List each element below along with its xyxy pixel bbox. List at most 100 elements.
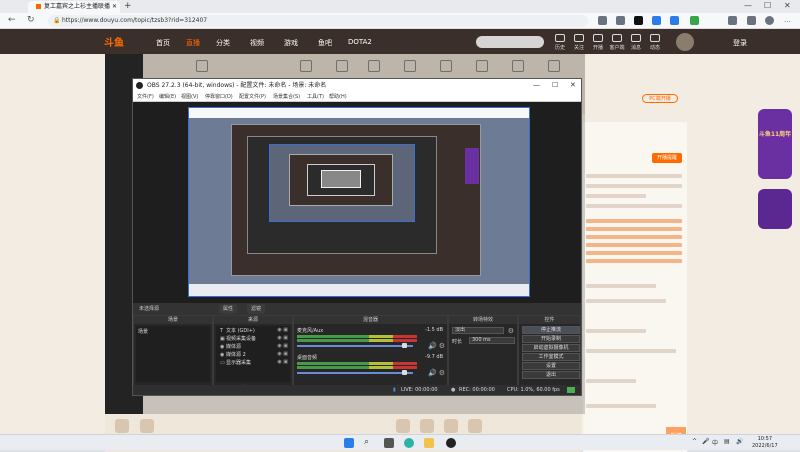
gear-icon[interactable]: ⚙	[439, 369, 445, 377]
settings-button[interactable]: 设置	[522, 362, 580, 370]
gift-icon[interactable]	[396, 419, 410, 433]
menu-file[interactable]: 文件(F)	[137, 92, 154, 102]
tray-overflow-icon[interactable]: ^	[692, 438, 697, 445]
obs-taskbar-icon[interactable]	[446, 438, 456, 448]
obs-close-icon[interactable]: ✕	[570, 79, 576, 92]
preview-canvas[interactable]	[188, 107, 530, 297]
gift-icon[interactable]	[444, 419, 458, 433]
source-item[interactable]: ◉ 媒体源 2	[220, 351, 246, 358]
history-icon[interactable]	[555, 34, 565, 42]
back-icon[interactable]: ←	[8, 15, 16, 25]
user-avatar[interactable]	[676, 33, 694, 51]
visibility-lock-icons[interactable]: ◉ ▣	[277, 343, 288, 349]
more-icon[interactable]: …	[784, 16, 793, 25]
visibility-lock-icons[interactable]: ◉ ▣	[277, 327, 288, 333]
transition-select[interactable]: 淡出	[452, 327, 504, 334]
start-icon[interactable]	[344, 438, 354, 448]
network-icon[interactable]: ▤	[724, 438, 730, 445]
gift-icon[interactable]	[140, 419, 154, 433]
menu-scene-collection[interactable]: 场景集合(S)	[273, 92, 300, 102]
menu-edit[interactable]: 编辑(E)	[159, 92, 176, 102]
obs-minimize-icon[interactable]: —	[533, 79, 540, 92]
explorer-icon[interactable]	[424, 438, 434, 448]
visibility-lock-icons[interactable]: ◉ ▣	[277, 335, 288, 341]
speaker-icon[interactable]: 🔊	[428, 369, 437, 377]
menu-tools[interactable]: 工具(T)	[307, 92, 324, 102]
system-clock[interactable]: 10:57 2022/6/17	[752, 436, 778, 450]
refresh-icon[interactable]: ↻	[27, 15, 35, 25]
volume-slider[interactable]	[297, 372, 413, 374]
speaker-icon[interactable]: 🔊	[428, 342, 437, 350]
visibility-lock-icons[interactable]: ◉ ▣	[277, 359, 288, 365]
nav-home[interactable]: 首页	[156, 38, 170, 48]
minimize-icon[interactable]: —	[744, 1, 752, 10]
new-tab-icon[interactable]: +	[124, 1, 132, 11]
exit-button[interactable]: 退出	[522, 371, 580, 379]
gift-icon[interactable]	[420, 419, 434, 433]
pc-broadcast-button[interactable]: PC端开播	[642, 94, 678, 103]
extension-icon-4[interactable]	[690, 16, 699, 25]
nav-video[interactable]: 视频	[250, 38, 264, 48]
scene-item[interactable]: 场景	[138, 328, 148, 335]
activity-icon[interactable]	[650, 34, 660, 42]
menu-docks[interactable]: 停靠窗口(D)	[205, 92, 233, 102]
virtual-camera-button[interactable]: 启动虚拟摄像机	[522, 344, 580, 352]
properties-button[interactable]: 属性	[219, 304, 238, 314]
extension-icon-2[interactable]	[652, 16, 661, 25]
anniversary-badge[interactable]: 斗鱼11周年	[758, 109, 792, 179]
source-item[interactable]: T 文本 (GDI+)	[220, 327, 255, 334]
site-search-input[interactable]	[476, 36, 544, 48]
favorite-icon[interactable]	[616, 16, 625, 25]
nav-category[interactable]: 分类	[216, 38, 230, 48]
transition-gear-icon[interactable]: ⚙	[508, 327, 514, 335]
extension-icon[interactable]	[634, 16, 643, 25]
remind-button[interactable]: 开播提醒	[652, 153, 682, 163]
broadcast-icon[interactable]	[593, 34, 603, 42]
url-input[interactable]: 🔒 https://www.douyu.com/topic/tzsb3?rid=…	[48, 15, 588, 27]
close-window-icon[interactable]: ✕	[784, 1, 791, 10]
volume-knob[interactable]	[402, 370, 407, 375]
source-item[interactable]: ▭显示器采集	[220, 359, 251, 366]
nav-game[interactable]: 游戏	[284, 38, 298, 48]
anniversary-badge-2[interactable]	[758, 189, 792, 229]
task-view-icon[interactable]	[384, 438, 394, 448]
source-item[interactable]: ◉ 媒体源	[220, 343, 241, 350]
studio-mode-button[interactable]: 工作室模式	[522, 353, 580, 361]
volume-slider[interactable]	[297, 345, 413, 347]
stop-streaming-button[interactable]: 停止推流	[522, 326, 580, 334]
maximize-icon[interactable]: ☐	[764, 1, 771, 10]
duration-input[interactable]: 300 ms	[469, 337, 515, 344]
search-icon[interactable]: ⌕	[364, 438, 374, 448]
read-aloud-icon[interactable]	[598, 16, 607, 25]
douyu-logo[interactable]: 斗鱼	[104, 34, 124, 49]
volume-icon[interactable]: 🔊	[736, 438, 743, 445]
downloads-icon[interactable]	[747, 16, 756, 25]
collections-icon[interactable]	[728, 16, 737, 25]
client-icon[interactable]	[612, 34, 622, 42]
profile-icon[interactable]	[765, 16, 774, 25]
microphone-icon[interactable]: 🎤	[702, 438, 709, 445]
menu-help[interactable]: 帮助(H)	[329, 92, 347, 102]
tab-douyu[interactable]: 复工嘉宾之上衫主播联播 ✕	[28, 1, 120, 13]
obs-maximize-icon[interactable]: ☐	[552, 79, 558, 92]
chat-input[interactable]	[586, 404, 656, 408]
edge-icon[interactable]	[404, 438, 414, 448]
visibility-lock-icons[interactable]: ◉ ▣	[277, 351, 288, 357]
login-link[interactable]: 登录	[733, 38, 747, 48]
gift-icon[interactable]	[115, 419, 129, 433]
menu-view[interactable]: 视图(V)	[181, 92, 198, 102]
volume-knob[interactable]	[402, 343, 407, 348]
filters-button[interactable]: 滤镜	[247, 304, 266, 314]
nav-yuba[interactable]: 鱼吧	[318, 38, 332, 48]
start-recording-button[interactable]: 开始录制	[522, 335, 580, 343]
nav-dota2[interactable]: DOTA2	[348, 38, 372, 46]
extension-icon-3[interactable]	[670, 16, 679, 25]
close-tab-icon[interactable]: ✕	[112, 1, 117, 13]
message-icon[interactable]	[631, 34, 641, 42]
gear-icon[interactable]: ⚙	[439, 342, 445, 350]
follow-icon[interactable]	[574, 34, 584, 42]
gift-icon[interactable]	[468, 419, 482, 433]
ime-indicator[interactable]: 中	[712, 438, 718, 447]
menu-profile[interactable]: 配置文件(P)	[239, 92, 266, 102]
nav-live[interactable]: 直播	[186, 38, 200, 48]
